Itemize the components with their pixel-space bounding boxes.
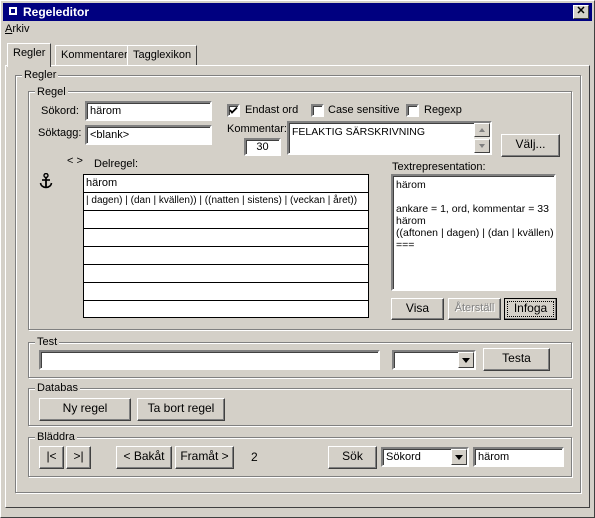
last-record-button[interactable]: >| — [66, 446, 91, 469]
regeleditor-window: Regeleditor ✕ Arkiv Regler Kommentarer T… — [0, 0, 595, 518]
delregel-row[interactable] — [84, 211, 368, 229]
tab-regler-label: Regler — [13, 47, 46, 59]
window-title: Regeleditor — [23, 5, 90, 19]
arrow-down-icon — [479, 144, 485, 148]
test-input[interactable] — [39, 350, 380, 370]
soktagg-label: Söktagg: — [38, 127, 82, 139]
regler-group-label: Regler — [22, 69, 59, 81]
sok-field-select[interactable]: Sökord — [381, 447, 469, 467]
tab-tagglexikon-label: Tagglexikon — [133, 49, 192, 61]
chevron-down-icon — [455, 455, 463, 460]
chevron-down-icon — [462, 358, 470, 363]
ta-bort-regel-button[interactable]: Ta bort regel — [137, 398, 225, 421]
kommentar-text: FELAKTIG SÄRSKRIVNING — [292, 126, 426, 138]
infoga-button[interactable]: Infoga — [504, 298, 557, 320]
textrep-line — [396, 191, 551, 203]
kommentar-number-input[interactable]: 30 — [244, 138, 281, 156]
sok-field-select-value: Sökord — [386, 451, 421, 463]
tab-tagglexikon[interactable]: Tagglexikon — [127, 45, 198, 66]
delregel-row[interactable] — [84, 301, 368, 319]
ny-regel-button[interactable]: Ny regel — [39, 398, 131, 421]
sokord-label: Sökord: — [41, 105, 79, 117]
endast-ord-label: Endast ord — [245, 104, 299, 116]
soktagg-input[interactable]: <blank> — [85, 125, 212, 145]
sok-value-input[interactable]: härom — [473, 447, 564, 467]
test-select-dropdown[interactable] — [458, 352, 474, 368]
close-button[interactable]: ✕ — [573, 5, 589, 19]
sok-field-dropdown[interactable] — [451, 449, 467, 465]
scroll-up-button[interactable] — [474, 123, 490, 137]
regexp-checkbox[interactable] — [406, 104, 419, 117]
regel-group-label: Regel — [35, 86, 68, 98]
bladdra-group-label: Bläddra — [35, 431, 77, 443]
close-icon: ✕ — [576, 5, 586, 17]
title-bar[interactable]: Regeleditor ✕ — [3, 3, 592, 21]
checkmark-icon — [229, 106, 238, 114]
case-sensitive-label: Case sensitive — [328, 104, 400, 116]
anchor-icon[interactable] — [39, 173, 53, 189]
kommentar-text-field[interactable]: FELAKTIG SÄRSKRIVNING — [287, 121, 492, 155]
textrep-line: ankare = 1, ord, kommentar = 33 — [396, 203, 549, 215]
valj-button[interactable]: Välj... — [501, 134, 560, 157]
delregel-row[interactable]: | dagen) | (dan | kvällen)) | ((natten |… — [84, 193, 368, 211]
menu-arkiv[interactable]: Arkiv — [5, 23, 29, 35]
case-sensitive-checkbox[interactable] — [311, 104, 324, 117]
delregel-row[interactable] — [84, 247, 368, 265]
delregel-label: Delregel: — [94, 158, 139, 170]
regexp-label: Regexp — [424, 104, 462, 116]
first-record-button[interactable]: |< — [39, 446, 64, 469]
delregel-row[interactable] — [84, 229, 368, 247]
textrep-line: härom — [396, 215, 426, 227]
endast-ord-checkbox[interactable] — [227, 104, 240, 117]
page-number: 2 — [251, 450, 258, 464]
arrow-up-icon — [479, 128, 485, 132]
app-icon — [9, 7, 17, 15]
kommentar-label: Kommentar: — [227, 123, 287, 135]
aterstall-button[interactable]: Återställ — [448, 298, 501, 320]
tab-kommentarer-label: Kommentarer — [61, 49, 128, 61]
delregel-row[interactable]: härom — [84, 175, 368, 193]
tab-regler[interactable]: Regler — [7, 43, 52, 67]
menu-bar: Arkiv — [5, 23, 29, 39]
textrep-field[interactable]: härom ankare = 1, ord, kommentar = 33 hä… — [391, 174, 556, 291]
sok-button[interactable]: Sök — [328, 446, 377, 469]
textrep-line: ((aftonen | dagen) | (dan | kvällen) — [396, 227, 554, 239]
kommentar-scrollbar[interactable] — [474, 123, 490, 153]
move-arrows[interactable]: < > — [67, 155, 83, 167]
delregel-row[interactable] — [84, 283, 368, 301]
databas-group-label: Databas — [35, 382, 80, 394]
delregel-grid[interactable]: härom | dagen) | (dan | kvällen)) | ((na… — [83, 174, 369, 318]
test-select[interactable] — [392, 350, 476, 370]
visa-button[interactable]: Visa — [391, 298, 444, 320]
sokord-input[interactable]: härom — [85, 101, 212, 121]
textrep-line: === — [396, 239, 415, 251]
tab-kommentarer[interactable]: Kommentarer — [55, 45, 134, 66]
delregel-row[interactable] — [84, 265, 368, 283]
scroll-down-button[interactable] — [474, 139, 490, 153]
textrep-label: Textrepresentation: — [392, 161, 486, 173]
bakat-button[interactable]: < Bakåt — [116, 446, 172, 469]
framat-button[interactable]: Framåt > — [175, 446, 234, 469]
test-group-label: Test — [35, 336, 60, 348]
textrep-line: härom — [396, 179, 426, 191]
testa-button[interactable]: Testa — [483, 348, 550, 371]
menu-arkiv-label: rkiv — [12, 23, 30, 35]
